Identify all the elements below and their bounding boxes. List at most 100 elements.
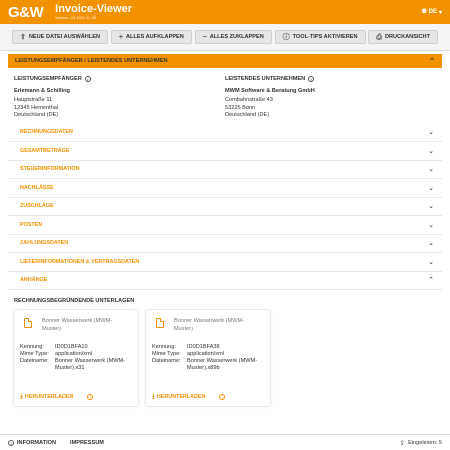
read-count-label: Eingelesen: 5 [408,439,442,446]
supplier-heading-label: LEISTENDES UNTERNEHMEN [225,76,306,82]
section-zahlungsdaten[interactable]: ZAHLUNGSDATEN ⌄ [8,235,442,253]
attachment-id-label: Kennung: [152,344,176,350]
attachment-card-header: Bonner Wasserwerk (MWM-Muster) [152,317,264,333]
supplier-city: 53225 Bonn [225,104,256,111]
upload-icon: ⇪ [20,33,26,41]
recipient-country: Deutschland (DE) [14,112,59,118]
supplier-street: Combahnstraße 43 [225,97,273,103]
recipient-street: Hauptstraße 11 [14,97,53,103]
supplier-block: LEISTENDES UNTERNEHMEN i MWM Software & … [225,76,436,120]
attachment-card: Bonner Wasserwerk (MWM-Muster) Kennung: … [146,310,270,406]
logo: G&W [8,3,44,21]
collapse-all-button[interactable]: − ALLES ZUKLAPPEN [194,30,272,44]
attachment-filename-row: Dateiname: Bonner Wasserwerk (MWM-Muster… [20,358,132,372]
imprint-label: IMPRESSUM [70,439,104,446]
new-file-button-label: NEUE DATEI AUSWÄHLEN [28,34,101,40]
download-button[interactable]: ⤓ HERUNTERLADEN [152,393,205,401]
information-link[interactable]: i INFORMATION [8,439,57,446]
recipient-name: Erlemann & Schilling [14,88,70,94]
title-block: Invoice-Viewer Version: 24.1031.11.38 [55,2,133,21]
info-icon[interactable]: i [84,76,91,82]
info-icon[interactable]: i [219,394,226,400]
download-icon: ⤓ [20,393,23,400]
chevron-up-icon: ⌃ [428,277,434,285]
supplier-country: Deutschland (DE) [225,112,270,118]
language-selector[interactable]: 🌐︎ DE ▾ [422,9,442,16]
information-label: INFORMATION [17,439,57,446]
collapse-all-button-label: ALLES ZUKLAPPEN [209,34,264,40]
chevron-down-icon: ⌄ [428,221,434,229]
parties-section-header[interactable]: LEISTUNGSEMPFÄNGER / LEISTENDES UNTERNEH… [8,54,442,68]
app-title: Invoice-Viewer [55,2,133,15]
attachment-id-value: ID0D1BFA10 [55,344,88,350]
recipient-city: 12345 Hementhal [14,104,59,111]
attachment-mime-value: application/xml [187,351,224,357]
supplier-name: MWM Software & Beratung GmbH [225,88,315,94]
section-label: POSTEN [20,221,43,228]
main-content: LEISTUNGSEMPFÄNGER / LEISTENDES UNTERNEH… [0,51,450,444]
download-button[interactable]: ⤓ HERUNTERLADEN [20,393,73,401]
section-rechnungsdaten[interactable]: RECHNUNGSDATEN ⌄ [8,124,442,142]
attachment-filename-value: Bonner Wasserwerk (MWM-Muster).x89b [187,358,258,371]
attachment-filename-label: Dateiname: [152,358,181,364]
info-icon[interactable]: i [308,76,315,82]
expand-all-button[interactable]: + ALLES AUFKLAPPEN [110,30,192,44]
section-label: RECHNUNGSDATEN [20,129,73,136]
file-icon [24,318,32,328]
download-button-label: HERUNTERLADEN [156,394,206,400]
section-nachlaesse[interactable]: NACHLÄSSE ⌄ [8,179,442,198]
language-code: DE [428,9,437,15]
attachments-title: RECHNUNGSBEGRÜNDENDE UNTERLAGEN [14,298,135,304]
recipient-heading: LEISTUNGSEMPFÄNGER i [14,76,225,82]
attachment-actions: ⤓ HERUNTERLADEN i [20,393,94,401]
parties-section-title: LEISTUNGSEMPFÄNGER / LEISTENDES UNTERNEH… [15,58,168,64]
attachment-id-label: Kennung: [20,344,44,350]
app-version: Version: 24.1031.11.38 [55,14,97,20]
download-icon: ⤓ [152,393,155,400]
attachment-id-row: Kennung: ID0D1BFA10 [20,344,132,351]
section-label: ZAHLUNGSDATEN [20,240,69,247]
section-label: ZUSCHLÄGE [20,203,54,210]
section-steuerinformation[interactable]: STEUERINFORMATION ⌄ [8,161,442,179]
section-label: ANHÄNGE [20,277,48,284]
print-view-button[interactable]: ⎙ DRUCKANSICHT [368,30,438,44]
toolbar: ⇪ NEUE DATEI AUSWÄHLEN + ALLES AUFKLAPPE… [0,24,450,51]
attachment-id-row: Kennung: ID0D1BFA38 [152,344,264,351]
attachment-mime-label: Mime Type: [152,351,181,357]
attachment-name: Bonner Wasserwerk (MWM-Muster) [174,318,245,332]
minus-icon: − [202,33,207,41]
attachment-mime-label: Mime Type: [20,351,49,357]
chevron-down-icon: ⌄ [428,203,434,211]
section-anhaenge[interactable]: ANHÄNGE ⌃ [8,272,442,290]
attachment-cards: Bonner Wasserwerk (MWM-Muster) Kennung: … [8,310,442,406]
info-icon[interactable]: i [87,394,94,400]
app-header: G&W Invoice-Viewer Version: 24.1031.11.3… [0,0,450,24]
attachment-card: Bonner Wasserwerk (MWM-Muster) Kennung: … [14,310,138,406]
tooltips-button[interactable]: ⓘ TOOL-TIPS AKTIVIEREN [274,30,366,44]
expand-all-button-label: ALLES AUFKLAPPEN [125,34,184,40]
section-label: GESAMTBETRÄGE [20,147,70,154]
chevron-down-icon: ⌄ [428,129,434,137]
imprint-link[interactable]: IMPRESSUM [70,440,104,446]
attachment-actions: ⤓ HERUNTERLADEN i [152,393,226,401]
chevron-down-icon: ⌄ [428,184,434,192]
parties-panel: LEISTUNGSEMPFÄNGER i Erlemann & Schillin… [8,68,442,124]
attachment-mime-row: Mime Type: application/xml [20,351,132,358]
section-label: LIEFERINFORMATIONEN & VERTRAGSDATEN [20,258,140,265]
info-icon: i [8,439,14,446]
section-lieferinformationen[interactable]: LIEFERINFORMATIONEN & VERTRAGSDATEN ⌄ [8,253,442,272]
file-icon [156,318,164,328]
plus-icon: + [118,33,123,41]
download-button-label: HERUNTERLADEN [24,394,74,400]
new-file-button[interactable]: ⇪ NEUE DATEI AUSWÄHLEN [12,30,109,44]
print-view-button-label: DRUCKANSICHT [384,34,430,40]
section-gesamtbetraege[interactable]: GESAMTBETRÄGE ⌄ [8,142,442,161]
section-zuschlaege[interactable]: ZUSCHLÄGE ⌄ [8,198,442,216]
footer: i INFORMATION IMPRESSUM ⇪ Eingelesen: 5 [0,434,450,450]
chevron-down-icon: ⌄ [428,147,434,155]
upload-icon: ⇪ [399,439,406,447]
attachment-card-header: Bonner Wasserwerk (MWM-Muster) [20,317,132,333]
attachment-name: Bonner Wasserwerk (MWM-Muster) [42,318,113,332]
section-label: STEUERINFORMATION [20,166,80,173]
section-posten[interactable]: POSTEN ⌄ [8,216,442,235]
